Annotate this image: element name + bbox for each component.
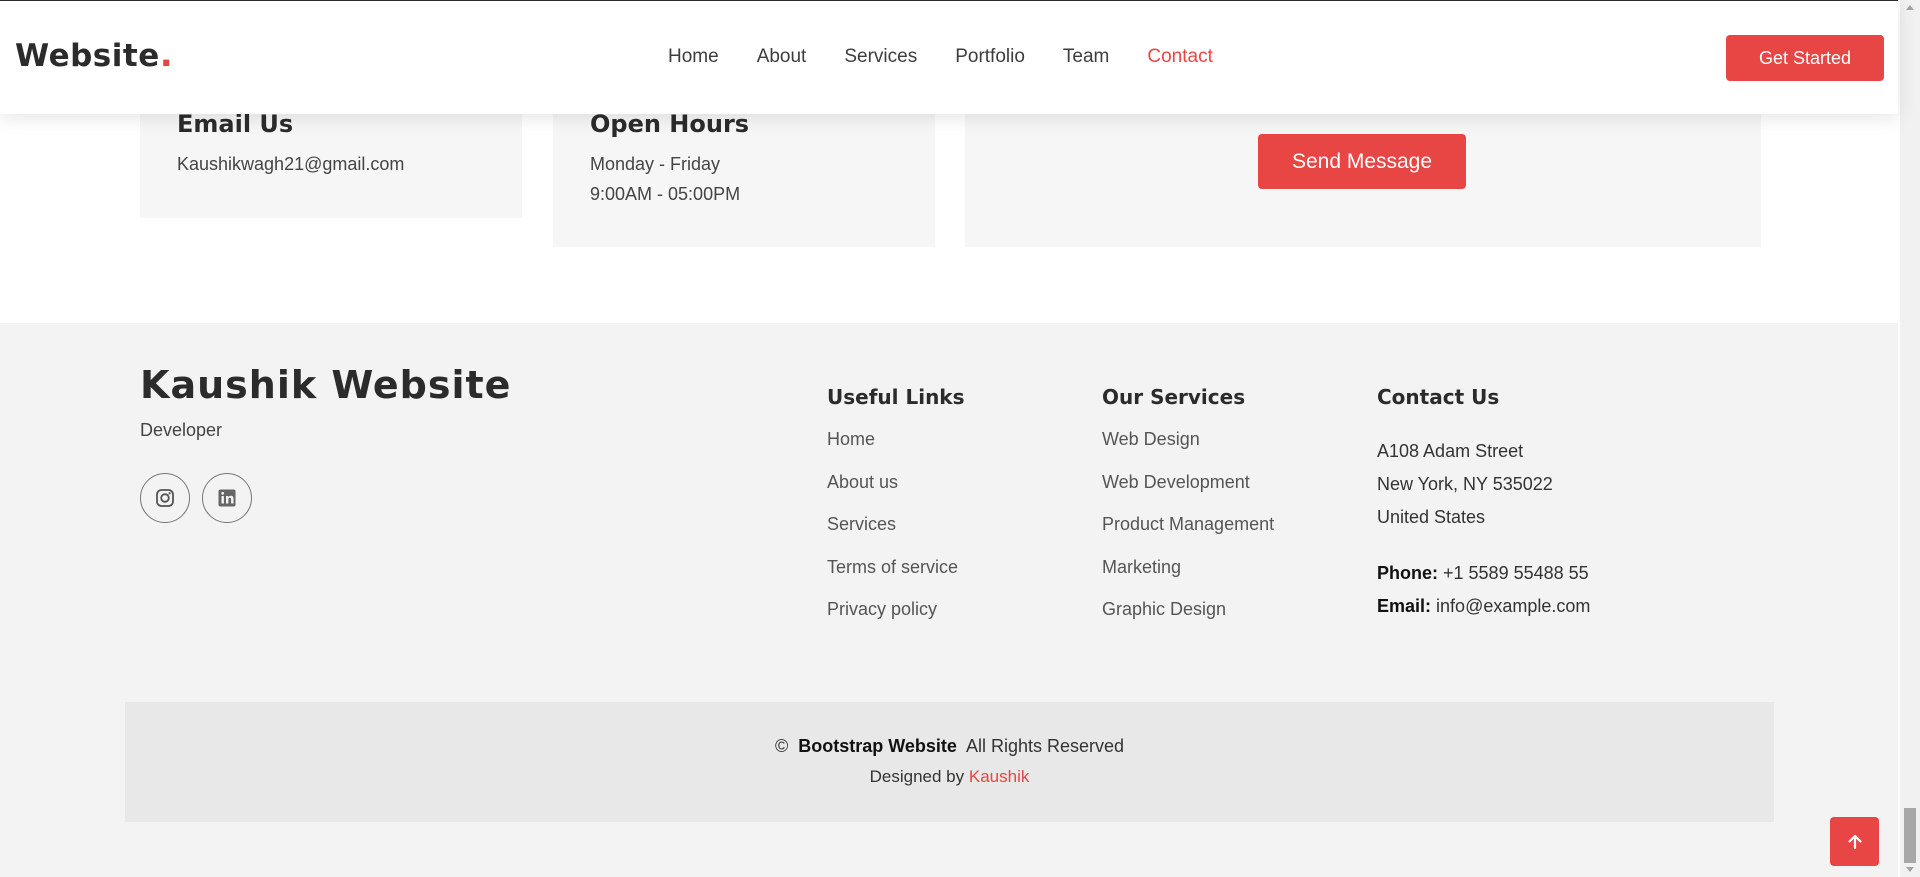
contact-us-column: Contact Us A108 Adam Street New York, NY… [1377,385,1590,623]
instagram-link[interactable] [140,473,190,523]
logo-dot: . [159,35,174,75]
designed-by-label: Designed by [869,767,965,786]
instagram-icon [156,489,174,507]
footer-link-privacy[interactable]: Privacy policy [827,599,965,642]
send-message-button[interactable]: Send Message [1258,134,1466,189]
footer-email: Email: info@example.com [1377,590,1590,623]
site-footer: Kaushik Website Developer Useful Links H… [0,323,1898,877]
service-link-graphic-design[interactable]: Graphic Design [1102,599,1274,642]
nav-team[interactable]: Team [1063,46,1109,68]
service-link-web-development[interactable]: Web Development [1102,472,1274,515]
page-scrollbar[interactable] [1900,0,1920,877]
copyright-text: © Bootstrap Website All Rights Reserved [125,736,1774,757]
footer-subtitle: Developer [140,420,223,440]
useful-links-column: Useful Links Home About us Services Term… [827,385,965,642]
service-link-marketing[interactable]: Marketing [1102,557,1274,600]
our-services-title: Our Services [1102,385,1246,409]
footer-link-home[interactable]: Home [827,429,965,472]
footer-link-terms[interactable]: Terms of service [827,557,965,600]
address-line-1: A108 Adam Street [1377,441,1524,461]
site-header: Website. Home About Services Portfolio T… [0,0,1898,114]
hours-days: Monday - Friday [590,154,721,174]
phone-value: +1 5589 55488 55 [1443,563,1589,583]
service-link-product-management[interactable]: Product Management [1102,514,1274,557]
copyright-symbol: © [774,736,789,756]
nav-services[interactable]: Services [844,46,917,68]
our-services-list: Web Design Web Development Product Manag… [1102,429,1274,642]
logo-text: Website [15,38,160,74]
copyright-brand: Bootstrap Website [798,736,957,756]
useful-links-title: Useful Links [827,385,965,409]
nav-portfolio[interactable]: Portfolio [955,46,1025,68]
linkedin-link[interactable] [202,473,252,523]
scroll-down-arrow-icon[interactable] [1900,863,1920,877]
arrow-up-icon [1847,834,1862,849]
linkedin-icon [218,489,236,507]
email-info-box: Email Us Kaushikwagh21@gmail.com [140,100,522,218]
footer-brand: Kaushik Website [140,363,512,407]
address-line-2: New York, NY 535022 [1377,474,1553,494]
email-info-title: Email Us [177,110,294,138]
nav-contact[interactable]: Contact [1147,46,1212,68]
useful-links-list: Home About us Services Terms of service … [827,429,965,642]
credits: Designed by Kaushik [125,767,1774,787]
email-label: Email: [1377,596,1432,616]
phone-label: Phone: [1377,563,1438,583]
scrollbar-thumb[interactable] [1904,808,1916,863]
copyright-bar: © Bootstrap Website All Rights Reserved … [125,702,1774,822]
nav-about[interactable]: About [757,46,807,68]
back-to-top-button[interactable] [1830,817,1879,866]
footer-phone: Phone: +1 5589 55488 55 [1377,557,1590,590]
footer-contact-details: Phone: +1 5589 55488 55 Email: info@exam… [1377,557,1590,623]
our-services-column: Our Services Web Design Web Development … [1102,385,1274,642]
footer-link-services[interactable]: Services [827,514,965,557]
hours-info-title: Open Hours [590,110,750,138]
get-started-button[interactable]: Get Started [1726,35,1884,81]
site-logo[interactable]: Website. [15,35,173,75]
designer-link[interactable]: Kaushik [969,767,1029,786]
nav-home[interactable]: Home [668,46,719,68]
main-nav: Home About Services Portfolio Team Conta… [668,46,1251,68]
hours-time: 9:00AM - 05:00PM [590,184,741,204]
email-value: info@example.com [1436,596,1591,616]
email-info-value: Kaushikwagh21@gmail.com [177,154,405,174]
scroll-up-arrow-icon[interactable] [1900,0,1920,14]
hours-info-box: Open Hours Monday - Friday 9:00AM - 05:0… [553,100,935,247]
copyright-rights: All Rights Reserved [965,736,1125,756]
contact-us-title: Contact Us [1377,385,1500,409]
footer-address: A108 Adam Street New York, NY 535022 Uni… [1377,435,1590,534]
address-line-3: United States [1377,507,1486,527]
footer-link-about[interactable]: About us [827,472,965,515]
service-link-web-design[interactable]: Web Design [1102,429,1274,472]
